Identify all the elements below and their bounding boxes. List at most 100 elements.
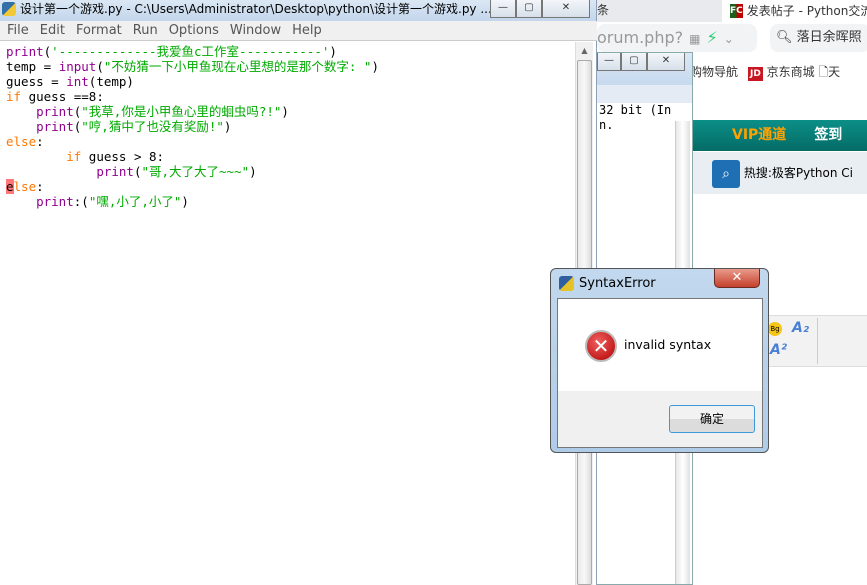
nav-signin[interactable]: 签到 bbox=[814, 127, 842, 143]
hot-search-row: ⌕ 热搜:极客Python Ci bbox=[690, 152, 867, 194]
menu-file[interactable]: File bbox=[7, 23, 29, 38]
nav-vip[interactable]: VIP通道 bbox=[732, 127, 786, 143]
code-line: print("哥,大了大了~~~") bbox=[6, 164, 575, 179]
shell-line: n. bbox=[599, 118, 614, 132]
hot-search-items[interactable]: 极客Python Ci bbox=[772, 166, 853, 180]
code-line: if guess > 8: bbox=[6, 149, 575, 164]
code-line: else: bbox=[6, 134, 575, 149]
code-line: print:("嘿,小了,小了") bbox=[6, 194, 575, 209]
code-token: : bbox=[36, 179, 44, 194]
bookmark-jd[interactable]: 京东商城 bbox=[767, 65, 815, 79]
tab-title: 条 bbox=[597, 3, 610, 17]
dialog-title: SyntaxError bbox=[579, 276, 656, 291]
code-token: (temp) bbox=[88, 74, 134, 89]
error-message: invalid syntax bbox=[624, 337, 712, 352]
bookmarks-bar: 购物导航 JD 京东商城 🗋天 bbox=[690, 60, 867, 84]
browser-tab[interactable]: 条 bbox=[597, 0, 722, 22]
ok-button[interactable]: 确定 bbox=[669, 405, 755, 433]
code-token: ) bbox=[223, 119, 232, 134]
builtin-token: input bbox=[58, 59, 97, 74]
keyword-token: if bbox=[66, 149, 82, 164]
keyword-token: else bbox=[6, 134, 37, 149]
rich-editor-toolbar: Bg A₂ A² bbox=[760, 315, 867, 367]
code-token: : bbox=[36, 134, 44, 149]
background-color-icon[interactable]: Bg bbox=[768, 322, 782, 336]
site-favicon: FC bbox=[730, 4, 743, 18]
code-token: ) bbox=[249, 164, 257, 179]
code-token: guess > 8: bbox=[81, 149, 165, 164]
window-title: 设计第一个游戏.py - C:\Users\Administrator\Desk… bbox=[20, 2, 492, 16]
maximize-button[interactable]: ▢ bbox=[516, 0, 542, 18]
code-token: :( bbox=[73, 194, 89, 209]
bookmark-shopping[interactable]: 购物导航 bbox=[690, 65, 738, 79]
editor-titlebar: 设计第一个游戏.py - C:\Users\Administrator\Desk… bbox=[0, 0, 596, 21]
string-token: '-------------我爱鱼c工作室-----------' bbox=[51, 44, 330, 59]
string-token: "我草,你是小甲鱼心里的蛔虫吗?!" bbox=[81, 104, 282, 119]
chevron-down-icon[interactable]: ⌄ bbox=[724, 32, 734, 46]
browser-search-box[interactable]: 🔍︎ 落日余晖照 bbox=[770, 24, 867, 52]
code-token: guess ==8: bbox=[21, 89, 104, 104]
python-icon bbox=[559, 276, 574, 291]
idle-file-icon bbox=[2, 2, 16, 16]
page-icon: 🗋 bbox=[818, 65, 829, 79]
code-token: guess = bbox=[6, 74, 67, 89]
string-token: "嘿,小了,小了" bbox=[88, 194, 182, 209]
scroll-up-icon[interactable]: ▲ bbox=[576, 42, 593, 59]
code-editor[interactable]: print('-------------我爱鱼c工作室-----------')… bbox=[0, 42, 575, 585]
shell-menu bbox=[597, 85, 692, 103]
menu-bar: File Edit Format Run Options Window Help bbox=[0, 21, 597, 41]
builtin-token: print bbox=[36, 119, 74, 134]
builtin-token: print bbox=[36, 104, 74, 119]
builtin-token: int bbox=[66, 74, 89, 89]
address-bar[interactable]: orum.php? ▦ ⚡ ⌄ bbox=[597, 24, 757, 52]
dialog-close-button[interactable]: ✕ bbox=[714, 269, 760, 288]
builtin-token: print bbox=[6, 44, 44, 59]
search-button[interactable]: ⌕ bbox=[712, 159, 740, 188]
code-line: else: bbox=[6, 179, 575, 194]
bolt-icon[interactable]: ⚡ bbox=[706, 28, 717, 47]
close-button[interactable]: ✕ bbox=[542, 0, 590, 18]
menu-run[interactable]: Run bbox=[133, 23, 158, 38]
hot-search-label: 热搜: bbox=[743, 166, 772, 180]
builtin-token: print bbox=[36, 194, 74, 209]
url-text: orum.php? bbox=[597, 28, 684, 47]
builtin-token: print bbox=[96, 164, 134, 179]
string-token: "哼,猜中了也没有奖励!" bbox=[81, 119, 224, 134]
code-token: ( bbox=[96, 59, 104, 74]
subscript-icon[interactable]: A₂ bbox=[792, 320, 809, 336]
code-token: ) bbox=[371, 59, 379, 74]
qr-icon[interactable]: ▦ bbox=[689, 32, 700, 46]
string-token: "不妨猜一下小甲鱼现在心里想的是那个数字: " bbox=[103, 59, 372, 74]
bookmark-other[interactable]: 天 bbox=[828, 65, 840, 79]
keyword-token: lse bbox=[13, 179, 37, 194]
close-button[interactable]: ✕ bbox=[647, 53, 685, 71]
code-token: temp = bbox=[6, 59, 59, 74]
menu-help[interactable]: Help bbox=[292, 23, 322, 38]
menu-options[interactable]: Options bbox=[169, 23, 219, 38]
code-line: print('-------------我爱鱼c工作室-----------') bbox=[6, 44, 575, 59]
divider bbox=[817, 318, 818, 364]
dialog-body: ✕ invalid syntax 确定 bbox=[557, 298, 763, 448]
menu-format[interactable]: Format bbox=[76, 23, 122, 38]
keyword-token: if bbox=[6, 89, 22, 104]
shell-titlebar: — ▢ ✕ bbox=[597, 53, 692, 85]
syntax-error-dialog: SyntaxError ✕ ✕ invalid syntax 确定 bbox=[550, 268, 769, 453]
idle-editor-window: 设计第一个游戏.py - C:\Users\Administrator\Desk… bbox=[0, 0, 597, 585]
string-token: "哥,大了大了~~~" bbox=[141, 164, 250, 179]
minimize-button[interactable]: — bbox=[490, 0, 516, 18]
tab-title: 发表帖子 - Python交流 bbox=[746, 4, 867, 18]
site-nav-banner: VIP通道 签到 bbox=[690, 120, 867, 151]
code-token: ) bbox=[181, 194, 189, 209]
superscript-icon[interactable]: A² bbox=[770, 342, 787, 358]
browser-tab-active[interactable]: FC 发表帖子 - Python交流 bbox=[730, 0, 867, 22]
minimize-button[interactable]: — bbox=[597, 53, 621, 71]
menu-window[interactable]: Window bbox=[230, 23, 281, 38]
code-token: ) bbox=[329, 44, 337, 59]
menu-edit[interactable]: Edit bbox=[40, 23, 65, 38]
maximize-button[interactable]: ▢ bbox=[621, 53, 647, 71]
